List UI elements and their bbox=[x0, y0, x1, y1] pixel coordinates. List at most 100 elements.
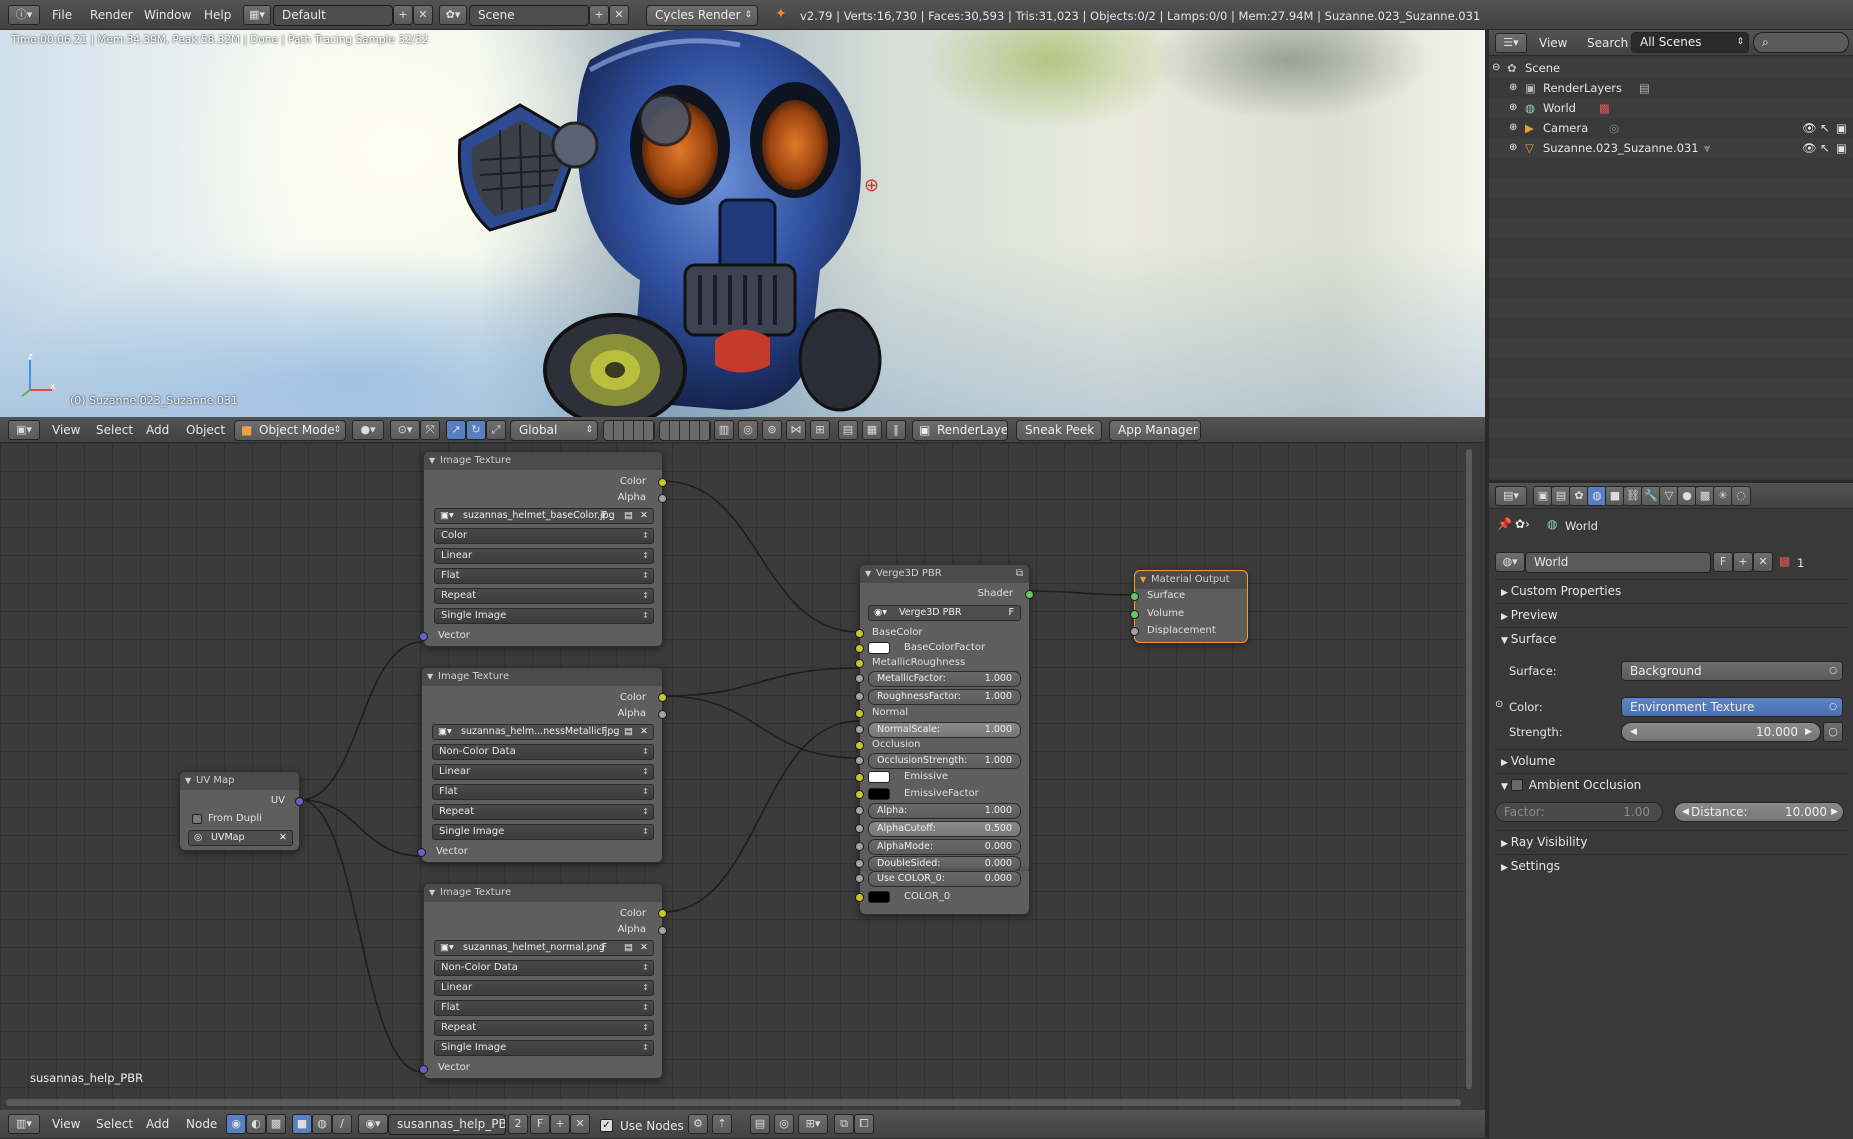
scene-name[interactable]: Scene bbox=[469, 5, 589, 26]
open-image-icon[interactable]: ▤ bbox=[624, 509, 633, 523]
node-title[interactable]: ▼ Image Texture bbox=[424, 452, 662, 470]
open-image-icon[interactable]: ▤ bbox=[624, 725, 633, 739]
group-node-icon[interactable]: ⧉ bbox=[1016, 565, 1023, 583]
selectable-arrow-icon[interactable]: ↖ bbox=[1820, 138, 1830, 158]
extension-select[interactable]: Repeat bbox=[434, 1020, 654, 1036]
extension-select[interactable]: Repeat bbox=[432, 804, 654, 820]
view3d-menu-view[interactable]: View bbox=[46, 420, 86, 440]
alphamode-field[interactable]: AlphaMode: 0.000 bbox=[868, 839, 1021, 855]
material-name-field[interactable]: susannas_help_PBR bbox=[388, 1114, 506, 1135]
menu-render[interactable]: Render bbox=[84, 5, 139, 25]
interpolation-select[interactable]: Linear bbox=[434, 980, 654, 996]
view3d-menu-select[interactable]: Select bbox=[90, 420, 139, 440]
vertical-area-divider[interactable] bbox=[1485, 30, 1489, 1139]
from-dupli-checkbox[interactable] bbox=[192, 814, 202, 824]
node-title[interactable]: ▼ Image Texture bbox=[422, 668, 662, 686]
world-name-field[interactable]: World bbox=[1525, 552, 1711, 573]
snap-node-icon[interactable]: ◎ bbox=[774, 1114, 794, 1134]
opengl-anim-icon[interactable]: ▦ bbox=[862, 420, 882, 440]
color-space-select[interactable]: Non-Color Data bbox=[434, 960, 654, 976]
node-title[interactable]: ▼ Image Texture bbox=[424, 884, 662, 902]
input-metallicfactor-socket[interactable] bbox=[855, 674, 864, 683]
input-doublesided-socket[interactable] bbox=[855, 859, 864, 868]
panel-ambient-occlusion[interactable]: ▼ Ambient Occlusion bbox=[1495, 773, 1847, 795]
texture-tab-icon[interactable]: ▩ bbox=[1695, 486, 1715, 506]
node-title[interactable]: ▼ Verge3D PBR ⧉ bbox=[860, 565, 1029, 583]
color-input-select[interactable]: Environment Texture ○ bbox=[1621, 697, 1843, 717]
outliner-display-mode-select[interactable]: All Scenes ⇕ bbox=[1631, 32, 1749, 53]
material-browse-icon[interactable]: ◉▾ bbox=[358, 1114, 388, 1134]
properties-editor-type-icon[interactable]: ▤▾ bbox=[1495, 486, 1527, 506]
panel-preview[interactable]: ▶ Preview bbox=[1495, 603, 1847, 625]
input-vector-socket[interactable] bbox=[417, 848, 426, 857]
menu-file[interactable]: File bbox=[46, 5, 78, 25]
renderlayer-tab-icon[interactable]: ▤ bbox=[1551, 486, 1571, 506]
collapse-arrow-icon[interactable]: ▼ bbox=[427, 668, 433, 686]
view3d-menu-object[interactable]: Object bbox=[180, 420, 231, 440]
modifiers-tab-icon[interactable]: 🔧 bbox=[1641, 486, 1661, 506]
snap-node-element-icon[interactable]: ⊞▾ bbox=[798, 1114, 828, 1134]
image-texture-node-3[interactable]: ▼ Image Texture Color Alpha ▣▾ suzannas_he… bbox=[419, 883, 667, 1079]
outliner-search-field[interactable]: ⌕ bbox=[1753, 32, 1849, 53]
color0-swatch[interactable] bbox=[868, 891, 890, 903]
uv-map-node[interactable]: ▼ UV Map UV From Dupli ◎ UVMap ✕ bbox=[179, 771, 304, 851]
unlink-image-icon[interactable]: ✕ bbox=[640, 509, 648, 523]
outliner-item-camera[interactable]: ⊕ ▶ Camera ◎ 👁 ↖ ▣ bbox=[1489, 118, 1853, 138]
input-vector-socket[interactable] bbox=[419, 632, 428, 641]
object-shader-icon[interactable]: ■ bbox=[292, 1114, 312, 1134]
image-datablock-field[interactable]: ▣▾ suzannas_helmet_baseColor.jpg F ▤ ✕ bbox=[434, 508, 654, 524]
open-image-icon[interactable]: ▤ bbox=[624, 941, 633, 955]
texture-tree-icon[interactable]: ▩ bbox=[266, 1114, 286, 1134]
material-fake-user[interactable]: F bbox=[530, 1114, 550, 1134]
renderlayer-button[interactable]: ▣ RenderLayer bbox=[912, 420, 1008, 441]
output-uv-socket[interactable] bbox=[295, 797, 304, 806]
snap-toggle-icon[interactable]: ⊚ bbox=[762, 420, 782, 440]
lock-camera-icon[interactable]: ▥ bbox=[714, 420, 734, 440]
material-output-node[interactable]: ▼ Material Output Surface Volume Displace… bbox=[1130, 570, 1248, 643]
emissivefactor-swatch[interactable] bbox=[868, 788, 890, 800]
shader-tree-icon[interactable]: ◉ bbox=[226, 1114, 246, 1134]
particles-tab-icon[interactable]: ✳ bbox=[1713, 486, 1733, 506]
projection-select[interactable]: Flat bbox=[432, 784, 654, 800]
snap-target-icon[interactable]: ⊞ bbox=[810, 420, 830, 440]
collapse-arrow-icon[interactable]: ▼ bbox=[429, 884, 435, 902]
panel-settings[interactable]: ▶ Settings bbox=[1495, 854, 1847, 876]
panel-custom-properties[interactable]: ▶ Custom Properties bbox=[1495, 579, 1847, 601]
renderable-camera-icon[interactable]: ▣ bbox=[1836, 138, 1847, 158]
collapse-arrow-icon[interactable]: ▼ bbox=[1140, 571, 1146, 589]
node-title[interactable]: ▼ UV Map bbox=[180, 772, 299, 790]
output-alpha-socket[interactable] bbox=[658, 926, 667, 935]
projection-select[interactable]: Flat bbox=[434, 568, 654, 584]
outliner-item-renderlayers[interactable]: ⊕ ▣ RenderLayers ▤ bbox=[1489, 78, 1853, 98]
outliner-item-mesh[interactable]: ⊕ ▽ Suzanne.023_Suzanne.031 ⩔ 👁 ↖ ▣ bbox=[1489, 138, 1853, 158]
output-shader-socket[interactable] bbox=[1025, 590, 1034, 599]
node-editor-vscrollbar[interactable] bbox=[1466, 449, 1472, 1089]
input-emissive-socket[interactable] bbox=[855, 773, 864, 782]
occlusionstrength-field[interactable]: OcclusionStrength: 1.000 bbox=[868, 753, 1021, 769]
input-normalscale-socket[interactable] bbox=[855, 725, 864, 734]
world-fake-user[interactable]: F bbox=[1713, 552, 1733, 572]
use-nodes-checkbox[interactable]: ✓ bbox=[600, 1119, 613, 1132]
source-select[interactable]: Single Image bbox=[434, 608, 654, 624]
pin-icon[interactable]: 📌 bbox=[1497, 517, 1512, 531]
data-tab-icon[interactable]: ▽ bbox=[1659, 486, 1679, 506]
clear-uvmap-icon[interactable]: ✕ bbox=[279, 831, 287, 845]
snap-element-icon[interactable]: ⋈ bbox=[786, 420, 806, 440]
input-surface-socket[interactable] bbox=[1130, 592, 1139, 601]
input-alphamode-socket[interactable] bbox=[855, 842, 864, 851]
nodegroup-field[interactable]: ◉▾ Verge3D PBR F bbox=[868, 605, 1021, 621]
add-scene-icon[interactable]: + bbox=[589, 5, 609, 25]
ao-factor-field[interactable]: Factor: 1.00 bbox=[1495, 802, 1663, 822]
pivot-point-icon[interactable]: ⊙▾ bbox=[390, 420, 420, 440]
menu-help[interactable]: Help bbox=[198, 5, 237, 25]
physics-tab-icon[interactable]: ◌ bbox=[1731, 486, 1751, 506]
expand-icon[interactable]: ⊕ bbox=[1509, 118, 1517, 138]
output-color-socket[interactable] bbox=[658, 909, 667, 918]
unlink-image-icon[interactable]: ✕ bbox=[640, 725, 648, 739]
pause-render-icon[interactable]: ‖ bbox=[886, 420, 906, 440]
layers-grid-2[interactable] bbox=[659, 420, 711, 441]
panel-volume[interactable]: ▶ Volume bbox=[1495, 749, 1847, 771]
color-space-select[interactable]: Non-Color Data bbox=[432, 744, 654, 760]
render-tab-icon[interactable]: ▣ bbox=[1533, 486, 1553, 506]
outliner-item-scene[interactable]: ⊖ ✿ Scene bbox=[1489, 58, 1853, 78]
